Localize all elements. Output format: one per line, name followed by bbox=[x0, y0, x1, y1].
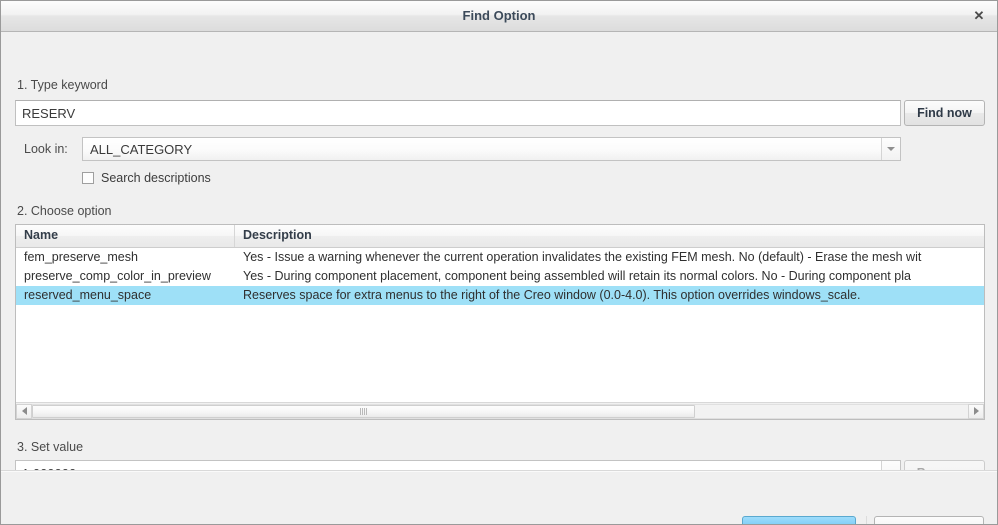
step-2-label: 2. Choose option bbox=[17, 204, 112, 218]
search-descriptions-checkbox[interactable]: Search descriptions bbox=[82, 171, 211, 185]
footer-bar: Add / Change Close bbox=[1, 471, 997, 525]
table-row-selected[interactable]: reserved_menu_space Reserves space for e… bbox=[16, 286, 984, 305]
dialog-body: 1. Type keyword Find now Look in: ALL_CA… bbox=[1, 32, 997, 525]
cell-name: reserved_menu_space bbox=[16, 286, 235, 305]
look-in-value: ALL_CATEGORY bbox=[83, 142, 881, 157]
look-in-label: Look in: bbox=[24, 142, 68, 156]
scrollbar-thumb[interactable] bbox=[32, 405, 695, 418]
table-row[interactable]: fem_preserve_mesh Yes - Issue a warning … bbox=[16, 248, 984, 267]
column-header-name[interactable]: Name bbox=[16, 225, 235, 247]
column-header-description[interactable]: Description bbox=[235, 225, 984, 247]
grip-icon bbox=[360, 408, 368, 415]
step-3-label: 3. Set value bbox=[17, 440, 83, 454]
table-body: fem_preserve_mesh Yes - Issue a warning … bbox=[16, 248, 984, 398]
table-header: Name Description bbox=[16, 225, 984, 248]
add-change-button[interactable]: Add / Change bbox=[742, 516, 856, 525]
horizontal-scrollbar[interactable] bbox=[16, 402, 984, 419]
title-bar: Find Option ✕ bbox=[1, 1, 997, 32]
button-divider bbox=[866, 516, 867, 525]
cell-name: fem_preserve_mesh bbox=[16, 248, 235, 267]
table-row[interactable]: preserve_comp_color_in_preview Yes - Dur… bbox=[16, 267, 984, 286]
find-now-button[interactable]: Find now bbox=[904, 100, 985, 126]
step-1-label: 1. Type keyword bbox=[17, 78, 108, 92]
close-icon[interactable]: ✕ bbox=[961, 1, 997, 31]
cell-name: preserve_comp_color_in_preview bbox=[16, 267, 235, 286]
scroll-left-icon[interactable] bbox=[16, 404, 32, 419]
checkbox-box bbox=[82, 172, 94, 184]
scroll-right-icon[interactable] bbox=[968, 404, 984, 419]
find-option-dialog: Find Option ✕ 1. Type keyword Find now L… bbox=[0, 0, 998, 525]
keyword-input[interactable] bbox=[15, 100, 901, 126]
scrollbar-track[interactable] bbox=[32, 404, 968, 419]
window-title: Find Option bbox=[1, 1, 997, 31]
close-button[interactable]: Close bbox=[874, 516, 984, 525]
look-in-select[interactable]: ALL_CATEGORY bbox=[82, 137, 901, 161]
cell-description: Yes - Issue a warning whenever the curre… bbox=[235, 248, 984, 267]
cell-description: Reserves space for extra menus to the ri… bbox=[235, 286, 984, 305]
chevron-down-icon[interactable] bbox=[881, 138, 900, 160]
cell-description: Yes - During component placement, compon… bbox=[235, 267, 984, 286]
search-descriptions-label: Search descriptions bbox=[101, 171, 211, 185]
options-table: Name Description fem_preserve_mesh Yes -… bbox=[15, 224, 985, 420]
